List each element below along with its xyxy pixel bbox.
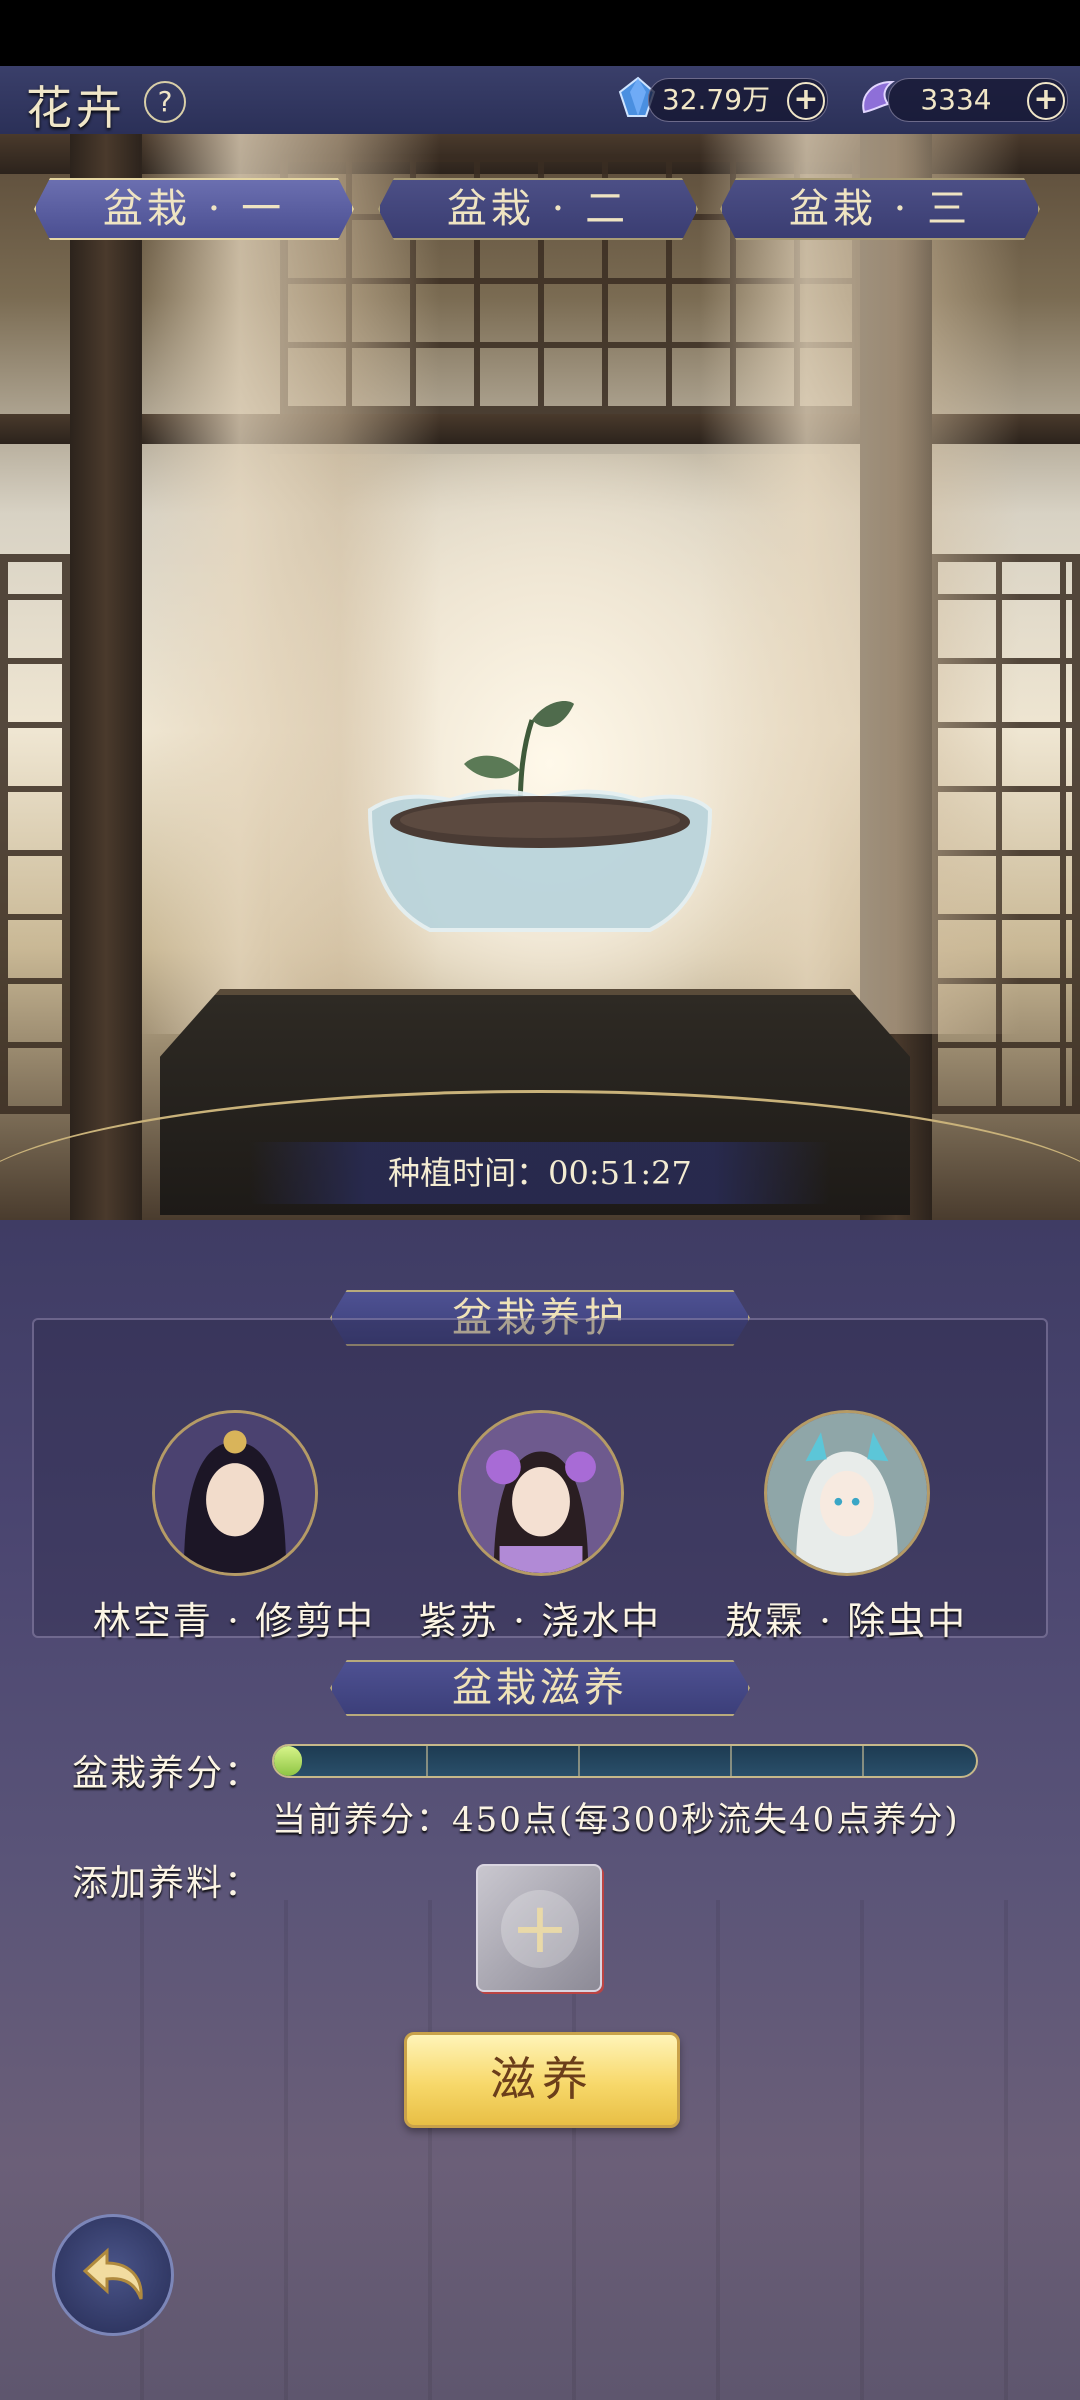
tab-bonsai-3[interactable]: 盆栽 · 三 <box>720 178 1040 240</box>
nourish-button[interactable]: 滋养 <box>404 2032 680 2128</box>
garden-scene <box>0 134 1080 1220</box>
jade-currency: 3334 + <box>888 78 1068 122</box>
page-title: 花卉 <box>26 81 126 135</box>
add-material-slot[interactable]: + <box>476 1864 602 1992</box>
flower-pot <box>367 789 713 932</box>
back-arrow-icon <box>82 2247 143 2300</box>
tab-bonsai-1[interactable]: 盆栽 · 一 <box>34 178 354 240</box>
jade-value: 3334 <box>920 83 992 116</box>
plant-time-banner: 种植时间：00:51:27 <box>250 1142 830 1204</box>
status-bar <box>0 0 1080 66</box>
score-label: 盆栽养分： <box>72 1753 263 1794</box>
avatar-ao-lin[interactable] <box>764 1410 930 1576</box>
nutrient-progress-fill <box>274 1746 303 1776</box>
question-icon[interactable]: ? <box>144 81 186 123</box>
nourish-section-title: 盆栽滋养 <box>330 1660 750 1716</box>
care-status-ao-lin: 敖霖 · 除虫中 <box>724 1599 968 1643</box>
care-status-zisu: 紫苏 · 浇水中 <box>418 1599 662 1643</box>
back-button[interactable] <box>52 2214 174 2336</box>
avatar-zisu[interactable] <box>458 1410 624 1576</box>
crystal-currency: 32.79万 + <box>648 78 828 122</box>
nutrient-progress-bar <box>272 1744 978 1778</box>
current-score-text: 当前养分：450点(每300秒流失40点养分) <box>272 1800 960 1840</box>
crystal-value: 32.79万 <box>661 83 771 116</box>
avatar-lin-kongqing[interactable] <box>152 1410 318 1576</box>
top-bar: 花卉 ? 32.79万 + 3334 + <box>0 66 1080 136</box>
add-jade-button[interactable]: + <box>1027 82 1065 120</box>
add-crystal-button[interactable]: + <box>787 82 825 120</box>
tab-bonsai-2[interactable]: 盆栽 · 二 <box>378 178 698 240</box>
plus-icon: + <box>501 1890 579 1968</box>
care-status-lin-kongqing: 林空青 · 修剪中 <box>92 1599 376 1643</box>
add-material-label: 添加养料： <box>72 1863 263 1904</box>
